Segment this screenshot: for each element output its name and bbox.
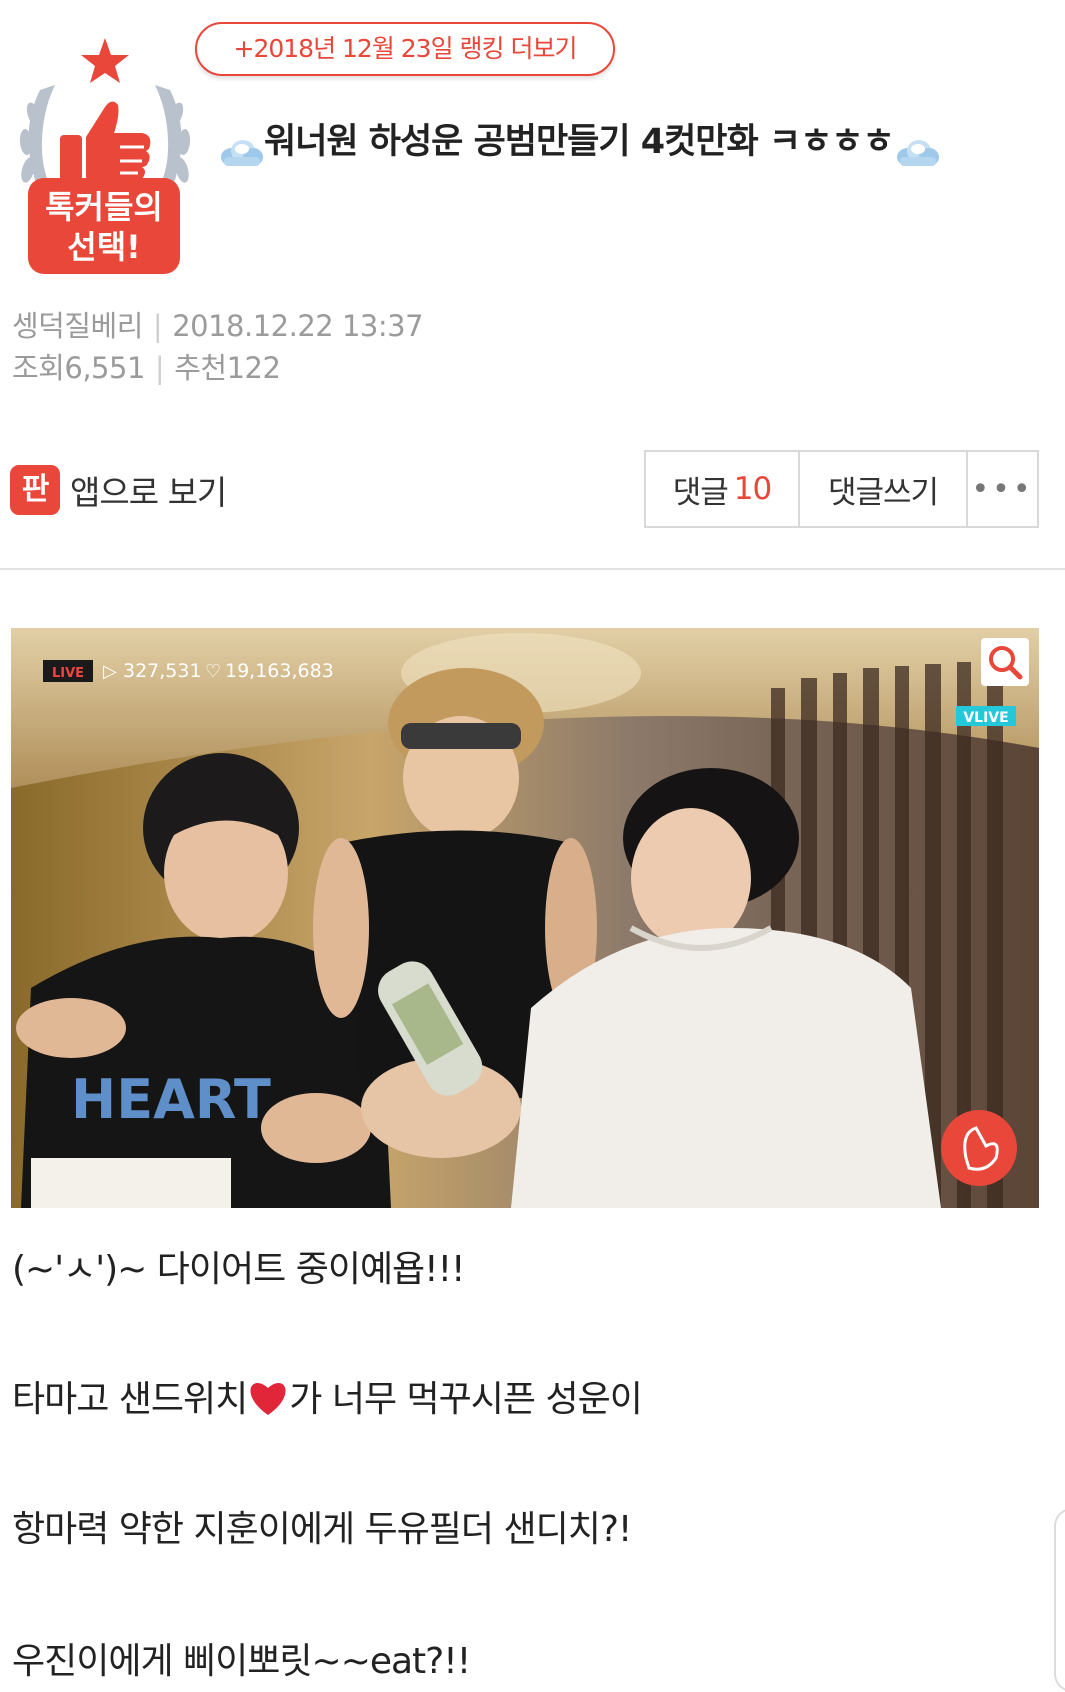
ranking-more-link[interactable]: +2018년 12월 23일 랭킹 더보기 xyxy=(195,22,615,76)
body-paragraph: 타마고 샌드위치 가 너무 먹꾸시픈 성운이 xyxy=(12,1375,643,1425)
comments-count: 10 xyxy=(733,471,772,507)
search-icon xyxy=(989,646,1023,680)
meta-divider: | xyxy=(154,351,165,385)
zoom-button[interactable] xyxy=(981,638,1029,686)
floating-scroll-handle[interactable] xyxy=(1054,1508,1065,1692)
views-label: 조회 xyxy=(12,351,65,385)
post-datetime: 2018.12.22 13:37 xyxy=(172,309,424,343)
tshirt-print: HEART xyxy=(71,1068,271,1131)
comment-action-bar: 댓글 10 댓글쓰기 ••• xyxy=(644,450,1039,528)
post-meta-author-row: 셍덕질베리 | 2018.12.22 13:37 xyxy=(12,306,424,346)
post-image[interactable]: HEART LIVE ▷ 327,531 ♡ 19,163,683 VLIVE xyxy=(11,628,1039,1208)
live-badge: LIVE xyxy=(52,666,84,681)
recommend-count: 122 xyxy=(226,351,281,385)
body-paragraph: 우진이에게 삐이뽀릿~~eat?!! xyxy=(12,1641,471,1682)
recommend-label: 추천 xyxy=(174,351,227,385)
meta-divider: | xyxy=(152,309,163,343)
post-title-text: 워너원 하성운 공범만들기 4컷만화 ㅋㅎㅎㅎ xyxy=(264,122,895,162)
badge-line2: 선택! xyxy=(67,228,140,266)
pann-app-icon: 판 xyxy=(10,465,60,515)
heart-outline-icon: ♡ xyxy=(205,661,221,682)
post-title: 워너원 하성운 공범만들기 4컷만화 ㅋㅎㅎㅎ xyxy=(218,112,1038,172)
write-comment-button[interactable]: 댓글쓰기 xyxy=(800,452,968,526)
like-count: 19,163,683 xyxy=(225,660,334,682)
comments-button[interactable]: 댓글 10 xyxy=(646,452,800,526)
play-count: 327,531 xyxy=(123,660,202,682)
open-in-app-label: 앱으로 보기 xyxy=(70,473,227,512)
body-text: 타마고 샌드위치 xyxy=(12,1379,248,1420)
author-name[interactable]: 셍덕질베리 xyxy=(12,309,143,343)
header-divider xyxy=(0,568,1065,570)
open-in-app-button[interactable]: 판 앱으로 보기 xyxy=(10,462,227,518)
vlive-logo: VLIVE xyxy=(963,710,1008,726)
post-meta-stats-row: 조회6,551 | 추천122 xyxy=(12,348,281,388)
views-count: 6,551 xyxy=(64,351,145,385)
cloud-icon xyxy=(894,127,940,166)
cloud-icon xyxy=(218,127,264,166)
play-icon: ▷ xyxy=(103,661,117,682)
body-paragraph: (~'ㅅ')~ 다이어트 중이예욥!!! xyxy=(12,1249,465,1290)
badge-line1: 톡커들의 xyxy=(45,188,163,226)
comments-label: 댓글 xyxy=(672,474,729,511)
red-heart-icon xyxy=(247,1379,289,1417)
body-text: 가 너무 먹꾸시픈 성운이 xyxy=(289,1379,643,1420)
body-paragraph: 항마력 약한 지훈이에게 두유필더 샌디치?! xyxy=(12,1509,632,1550)
best-choice-badge: 톡커들의 선택! xyxy=(10,30,200,290)
more-options-button[interactable]: ••• xyxy=(968,452,1037,526)
